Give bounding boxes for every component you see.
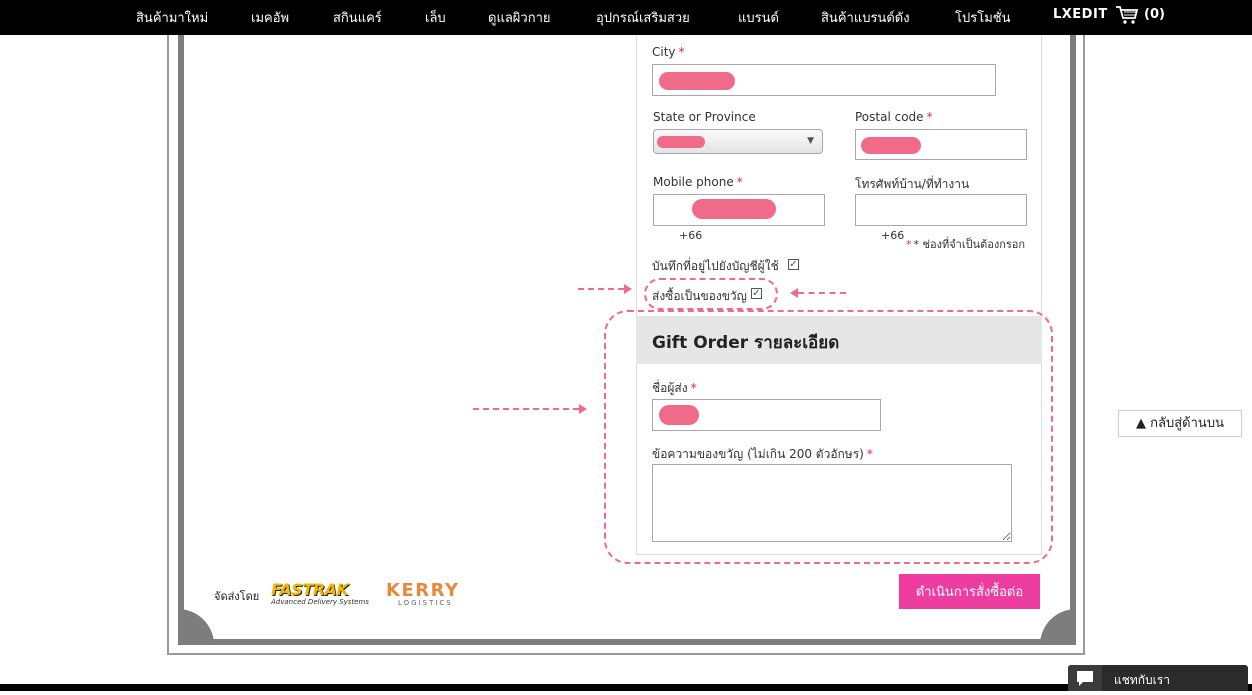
city-input[interactable] [652,64,996,96]
mobile-input[interactable] [653,194,825,226]
nav-brand-lxedit[interactable]: LXEDIT [1053,7,1108,22]
mobile-label: Mobile phone * [653,175,743,189]
gift-section-highlight [604,310,1053,564]
annotation-arrow-line-gift [473,408,579,410]
postal-label: Postal code * [855,110,933,124]
home-phone-label: โทรศัพท์บ้าน/ที่ทำงาน [855,177,970,191]
nav-item-promotions[interactable]: โปรโมชั่น [955,7,1010,28]
chevron-down-icon: ▼ [807,136,814,146]
kerry-logo: KERRY LOGISTICS [386,580,460,607]
required-note: * * ช่องที่จำเป็นต้องกรอก [906,238,1026,251]
redacted-value [657,136,705,148]
nav-item-new[interactable]: สินค้ามาใหม่ [136,7,208,28]
back-to-top-button[interactable]: ▲ กลับสู่ด้านบน [1118,410,1242,437]
state-label: State or Province [653,110,756,124]
top-nav: สินค้ามาใหม่ เมคอัพ สกินแคร์ เล็บ ดูแลผิ… [0,0,1252,35]
annotation-arrow-right-icon [579,404,587,414]
nav-item-bodycare[interactable]: ดูแลผิวกาย [488,7,551,28]
nav-item-famous-brands[interactable]: สินค้าแบรนด์ดัง [821,7,910,28]
annotation-arrow-line-right [798,292,846,294]
annotation-arrow-line-left [578,288,624,290]
nav-item-makeup[interactable]: เมคอัพ [251,7,289,28]
nav-item-skincare[interactable]: สกินแคร์ [333,7,382,28]
home-prefix: +66 [881,229,905,242]
home-phone-input[interactable] [855,194,1027,226]
annotation-arrow-right-icon [624,284,632,294]
proceed-order-button[interactable]: ดำเนินการสั่งซื้อต่อ [899,574,1040,609]
bottom-bar [0,684,1252,691]
save-address-label: บันทึกที่อยู่ไปยังบัญชีผู้ใช้ [652,259,779,273]
save-address-checkbox[interactable]: ✓ [788,259,799,270]
chat-icon [1068,665,1102,691]
chat-label: แชทกับเรา [1114,673,1170,687]
state-select[interactable]: ▼ [653,129,823,154]
redacted-value [659,72,735,90]
nav-item-nails[interactable]: เล็บ [425,7,446,28]
postal-input[interactable] [855,129,1027,160]
cart-icon[interactable] [1115,5,1139,25]
annotation-arrow-left-icon [790,288,798,298]
nav-item-brands[interactable]: แบรนด์ [738,7,779,28]
cart-count[interactable]: (0) [1144,7,1165,22]
chat-tab[interactable]: แชทกับเรา [1068,665,1248,691]
mobile-prefix: +66 [679,229,703,242]
gift-checkbox-highlight [644,278,778,310]
city-label: City * [652,45,685,59]
nav-item-accessories[interactable]: อุปกรณ์เสริมสวย [596,7,690,28]
redacted-value [692,199,776,219]
redacted-value [861,137,921,154]
ship-by-label: จัดส่งโดย [214,590,260,603]
fastrak-logo: FASTRAK Advanced Delivery Systems [271,580,369,606]
